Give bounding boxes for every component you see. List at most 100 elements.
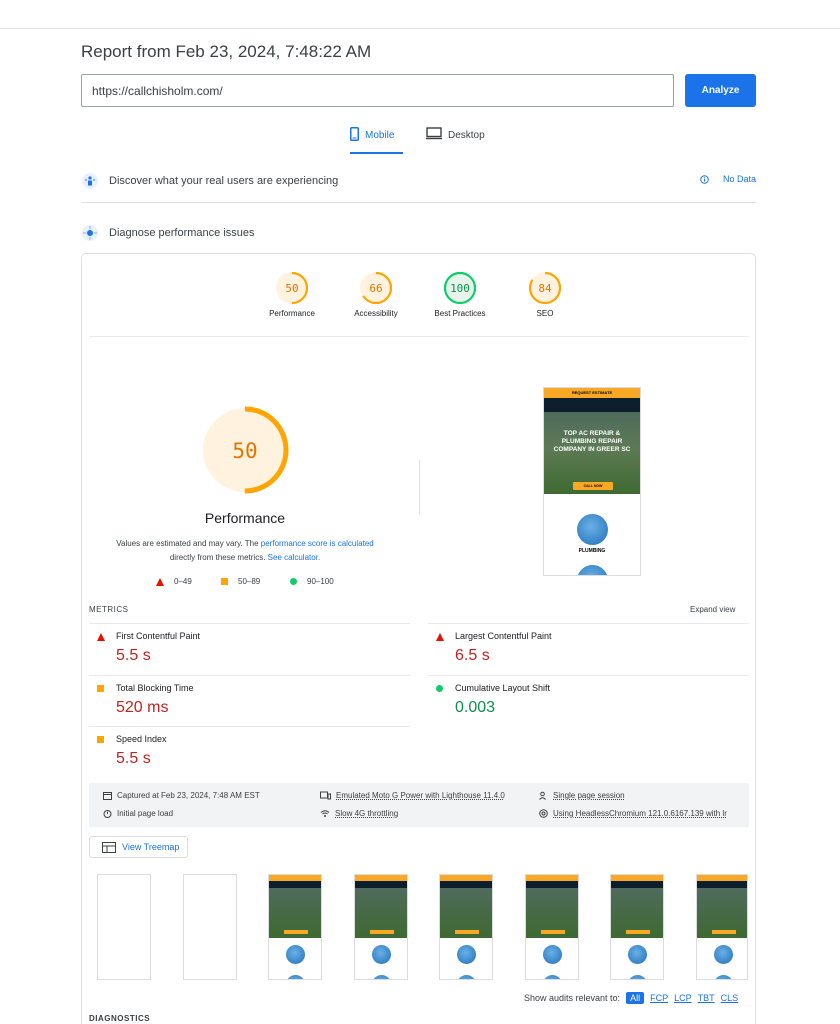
- env-session-text: Single page session: [553, 791, 625, 800]
- env-session[interactable]: Single page session: [539, 791, 625, 800]
- filmstrip-frame: [525, 874, 579, 980]
- tab-mobile-label: Mobile: [365, 130, 395, 141]
- legend-average: 50–89: [221, 577, 260, 586]
- view-treemap-button[interactable]: View Treemap: [89, 836, 188, 858]
- discover-section[interactable]: Discover what your real users are experi…: [81, 170, 756, 192]
- people-icon: [82, 173, 98, 189]
- filmstrip-frame: [610, 874, 664, 980]
- no-data-link[interactable]: No Data: [700, 174, 756, 184]
- filmstrip-frame: [354, 874, 408, 980]
- wifi-icon: [320, 810, 330, 817]
- url-input[interactable]: [81, 74, 674, 107]
- water-drop-icon: [577, 565, 608, 575]
- see-calculator-link[interactable]: See calculator.: [268, 553, 320, 562]
- report-title: Report from Feb 23, 2024, 7:48:22 AM: [81, 42, 372, 61]
- section-divider: [81, 202, 756, 203]
- performance-gauge: 50: [201, 406, 289, 494]
- preview-headline: TOP AC REPAIR & PLUMBING REPAIR COMPANY …: [553, 430, 631, 453]
- vertical-divider: [419, 460, 420, 515]
- preview-cta: CALL NOW: [573, 482, 613, 490]
- filter-lcp[interactable]: LCP: [674, 993, 692, 1003]
- timer-icon: [103, 810, 112, 818]
- category-label: SEO: [536, 309, 554, 318]
- view-treemap-label: View Treemap: [122, 842, 180, 852]
- env-captured: Captured at Feb 23, 2024, 7:48 AM EST: [103, 791, 260, 800]
- legend-average-label: 50–89: [238, 577, 261, 586]
- gauge-divider: [89, 336, 749, 337]
- average-square-icon: [97, 736, 104, 743]
- metric-name: First Contentful Paint: [116, 631, 201, 641]
- info-icon: [700, 174, 709, 184]
- env-load-text: Initial page load: [117, 809, 174, 818]
- env-throttle[interactable]: Slow 4G throttling: [320, 809, 398, 818]
- category-score: 84: [538, 282, 552, 295]
- performance-score: 50: [232, 439, 257, 463]
- legend-good: 90–100: [290, 577, 334, 586]
- expand-view-toggle[interactable]: Expand view: [690, 605, 735, 614]
- filter-fcp[interactable]: FCP: [650, 993, 668, 1003]
- average-square-icon: [97, 685, 104, 692]
- preview-top-bar: REQUEST ESTIMATE: [544, 388, 640, 398]
- diagnostics-heading: DIAGNOSTICS: [89, 1014, 151, 1023]
- performance-title: Performance: [204, 510, 286, 526]
- audit-filter-label: Show audits relevant to:: [524, 993, 621, 1003]
- score-calculated-link[interactable]: performance score is calculated: [261, 539, 374, 548]
- metric-name: Speed Index: [116, 734, 167, 744]
- score-ring-icon: 100: [443, 271, 477, 305]
- env-load: Initial page load: [103, 809, 173, 818]
- tab-mobile[interactable]: Mobile: [350, 127, 403, 154]
- diagnose-section: Diagnose performance issues: [81, 222, 756, 244]
- metric-value: 520 ms: [116, 699, 169, 716]
- pass-circle-icon: [290, 578, 297, 585]
- env-device[interactable]: Emulated Moto G Power with Lighthouse 11…: [320, 791, 505, 800]
- filmstrip-frame-blank: [183, 874, 237, 980]
- desktop-icon: [426, 127, 442, 140]
- metric-name: Total Blocking Time: [116, 683, 194, 693]
- env-device-text: Emulated Moto G Power with Lighthouse 11…: [336, 791, 505, 800]
- metric-value: 5.5 s: [116, 647, 151, 664]
- env-browser-text: Using HeadlessChromium 121.0.6167.139 wi…: [553, 809, 727, 818]
- person-icon: [539, 791, 546, 800]
- category-gauge-performance[interactable]: 50 Performance: [252, 270, 332, 318]
- category-label: Accessibility: [354, 309, 398, 318]
- env-throttle-text: Slow 4G throttling: [335, 809, 399, 818]
- tab-desktop[interactable]: Desktop: [426, 127, 485, 154]
- category-gauge-best-practices[interactable]: 100 Best Practices: [420, 270, 500, 318]
- filmstrip-frame-blank: [97, 874, 151, 980]
- fail-triangle-icon: [97, 633, 105, 641]
- filter-cls[interactable]: CLS: [721, 993, 739, 1003]
- tab-desktop-label: Desktop: [448, 130, 485, 141]
- filter-tbt[interactable]: TBT: [698, 993, 715, 1003]
- treemap-icon: [102, 841, 116, 853]
- metric-value: 0.003: [455, 699, 496, 716]
- metric-name: Largest Contentful Paint: [455, 631, 552, 641]
- legend-good-label: 90–100: [307, 577, 334, 586]
- runtime-settings: Captured at Feb 23, 2024, 7:48 AM EST In…: [89, 783, 749, 827]
- metric-value: 6.5 s: [455, 647, 490, 664]
- env-browser[interactable]: Using HeadlessChromium 121.0.6167.139 wi…: [539, 809, 727, 818]
- metric-value: 5.5 s: [116, 750, 151, 767]
- chrome-icon: [539, 809, 548, 818]
- score-ring-icon: 84: [528, 271, 562, 305]
- score-ring-icon: 66: [359, 271, 393, 305]
- filter-all[interactable]: All: [626, 992, 645, 1004]
- note-text-2: directly from these metrics.: [169, 553, 268, 562]
- metric-cls: Cumulative Layout Shift 0.003: [428, 675, 749, 726]
- legend-poor: 0–49: [156, 577, 192, 586]
- preview-service-label: PLUMBING: [578, 548, 606, 554]
- preview-hero: TOP AC REPAIR & PLUMBING REPAIR COMPANY …: [544, 412, 640, 494]
- preview-header: [544, 398, 640, 412]
- category-score: 66: [369, 282, 382, 295]
- analyze-button[interactable]: Analyze: [685, 74, 756, 107]
- discover-label: Discover what your real users are experi…: [109, 175, 339, 187]
- metric-lcp: Largest Contentful Paint 6.5 s: [428, 623, 749, 674]
- category-gauge-accessibility[interactable]: 66 Accessibility: [336, 270, 416, 318]
- metric-tbt: Total Blocking Time 520 ms: [89, 675, 410, 726]
- filmstrip-frame: [268, 874, 322, 980]
- no-data-label: No Data: [722, 174, 756, 184]
- category-gauge-seo[interactable]: 84 SEO: [505, 270, 585, 318]
- score-ring-icon: 50: [275, 271, 309, 305]
- metrics-heading: METRICS: [89, 605, 129, 614]
- legend-poor-label: 0–49: [174, 577, 192, 586]
- category-score: 50: [285, 282, 298, 295]
